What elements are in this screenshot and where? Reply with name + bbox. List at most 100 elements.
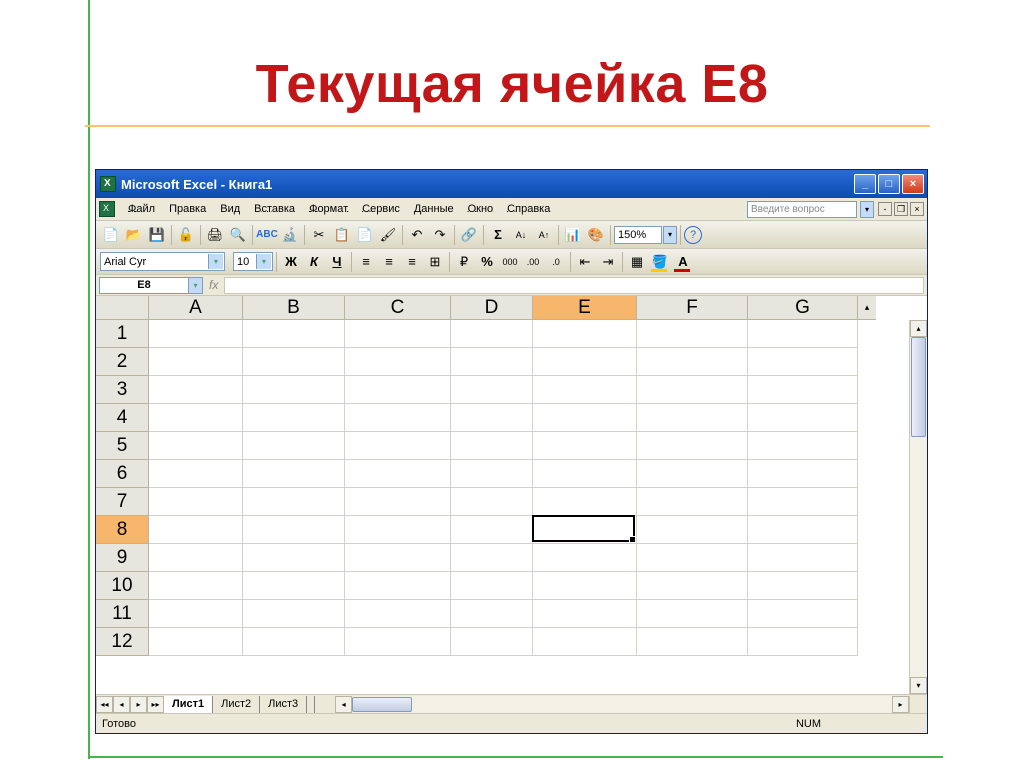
cell-A10[interactable] [149,572,243,600]
scroll-left-button[interactable]: ◂ [335,696,352,713]
cell-F2[interactable] [637,348,748,376]
cell-C2[interactable] [345,348,451,376]
cell-D7[interactable] [451,488,533,516]
menu-item-формат[interactable]: Формат [302,200,355,218]
help-button[interactable]: ? [684,226,702,244]
format-painter-button[interactable]: 🖌 [377,224,399,246]
fill-color-button[interactable]: 🪣 [649,251,671,273]
cell-C1[interactable] [345,320,451,348]
cell-A3[interactable] [149,376,243,404]
preview-button[interactable]: 🔍 [227,224,249,246]
open-button[interactable]: 📂 [123,224,145,246]
row-header-6[interactable]: 6 [96,460,149,488]
row-header-10[interactable]: 10 [96,572,149,600]
cut-button[interactable]: ✂ [308,224,330,246]
cell-B10[interactable] [243,572,345,600]
row-header-2[interactable]: 2 [96,348,149,376]
merge-button[interactable]: ⊞ [424,251,446,273]
cell-B3[interactable] [243,376,345,404]
cell-F7[interactable] [637,488,748,516]
sort-desc-button[interactable]: A↑ [533,224,555,246]
name-box-dropdown-icon[interactable]: ▾ [189,277,203,294]
cell-C9[interactable] [345,544,451,572]
cell-E9[interactable] [533,544,637,572]
cell-F12[interactable] [637,628,748,656]
zoom-dropdown-icon[interactable]: ▾ [663,226,677,244]
percent-button[interactable]: % [476,251,498,273]
column-header-C[interactable]: C [345,296,451,320]
mdi-restore-button[interactable]: ❐ [894,202,908,216]
cell-G10[interactable] [748,572,858,600]
maximize-button[interactable]: □ [878,174,900,194]
cell-B1[interactable] [243,320,345,348]
name-box[interactable]: E8 [99,277,189,294]
cell-A7[interactable] [149,488,243,516]
mdi-close-button[interactable]: × [910,202,924,216]
cell-E10[interactable] [533,572,637,600]
cell-A11[interactable] [149,600,243,628]
cell-B6[interactable] [243,460,345,488]
cell-B4[interactable] [243,404,345,432]
cell-A1[interactable] [149,320,243,348]
vertical-scrollbar[interactable]: ▴ ▾ [909,320,927,694]
cell-D1[interactable] [451,320,533,348]
cell-F8[interactable] [637,516,748,544]
font-color-button[interactable]: A [672,251,694,273]
cell-G6[interactable] [748,460,858,488]
italic-button[interactable]: К [303,251,325,273]
cell-G8[interactable] [748,516,858,544]
cell-G7[interactable] [748,488,858,516]
cell-C6[interactable] [345,460,451,488]
column-header-B[interactable]: B [243,296,345,320]
sheet-tab-Лист2[interactable]: Лист2 [213,696,260,713]
align-center-button[interactable]: ≡ [378,251,400,273]
align-right-button[interactable]: ≡ [401,251,423,273]
cell-D10[interactable] [451,572,533,600]
cell-B7[interactable] [243,488,345,516]
cell-A12[interactable] [149,628,243,656]
save-button[interactable]: 💾 [146,224,168,246]
menu-item-вставка[interactable]: Вставка [247,200,302,218]
row-header-12[interactable]: 12 [96,628,149,656]
autosum-button[interactable]: Σ [487,224,509,246]
cell-E6[interactable] [533,460,637,488]
borders-button[interactable]: ▦ [626,251,648,273]
row-header-1[interactable]: 1 [96,320,149,348]
cell-F4[interactable] [637,404,748,432]
column-header-G[interactable]: G [748,296,858,320]
cell-F6[interactable] [637,460,748,488]
menu-item-справка[interactable]: Справка [500,200,557,218]
underline-button[interactable]: Ч [326,251,348,273]
cell-D2[interactable] [451,348,533,376]
cell-B2[interactable] [243,348,345,376]
cell-E12[interactable] [533,628,637,656]
tab-nav-prev-button[interactable]: ◂ [113,696,130,713]
currency-button[interactable]: ₽ [453,251,475,273]
cell-B12[interactable] [243,628,345,656]
decrease-decimal-button[interactable]: .0 [545,251,567,273]
column-header-D[interactable]: D [451,296,533,320]
cell-D12[interactable] [451,628,533,656]
tab-nav-next-button[interactable]: ▸ [130,696,147,713]
cell-A2[interactable] [149,348,243,376]
scroll-down-button[interactable]: ▾ [910,677,927,694]
mdi-minimize-button[interactable]: - [878,202,892,216]
undo-button[interactable]: ↶ [406,224,428,246]
cell-C11[interactable] [345,600,451,628]
scroll-up-button[interactable]: ▴ [910,320,927,337]
cell-F3[interactable] [637,376,748,404]
menu-item-файл[interactable]: Файл [121,200,162,218]
row-header-4[interactable]: 4 [96,404,149,432]
cell-F1[interactable] [637,320,748,348]
cell-A6[interactable] [149,460,243,488]
cell-B9[interactable] [243,544,345,572]
row-header-3[interactable]: 3 [96,376,149,404]
permission-button[interactable]: 🔓 [175,224,197,246]
cell-F9[interactable] [637,544,748,572]
copy-button[interactable]: 📋 [331,224,353,246]
column-header-A[interactable]: A [149,296,243,320]
font-name-combo[interactable]: Arial Cyr [100,252,225,271]
cell-D8[interactable] [451,516,533,544]
font-size-combo[interactable]: 10 [233,252,273,271]
menu-item-данные[interactable]: Данные [407,200,461,218]
